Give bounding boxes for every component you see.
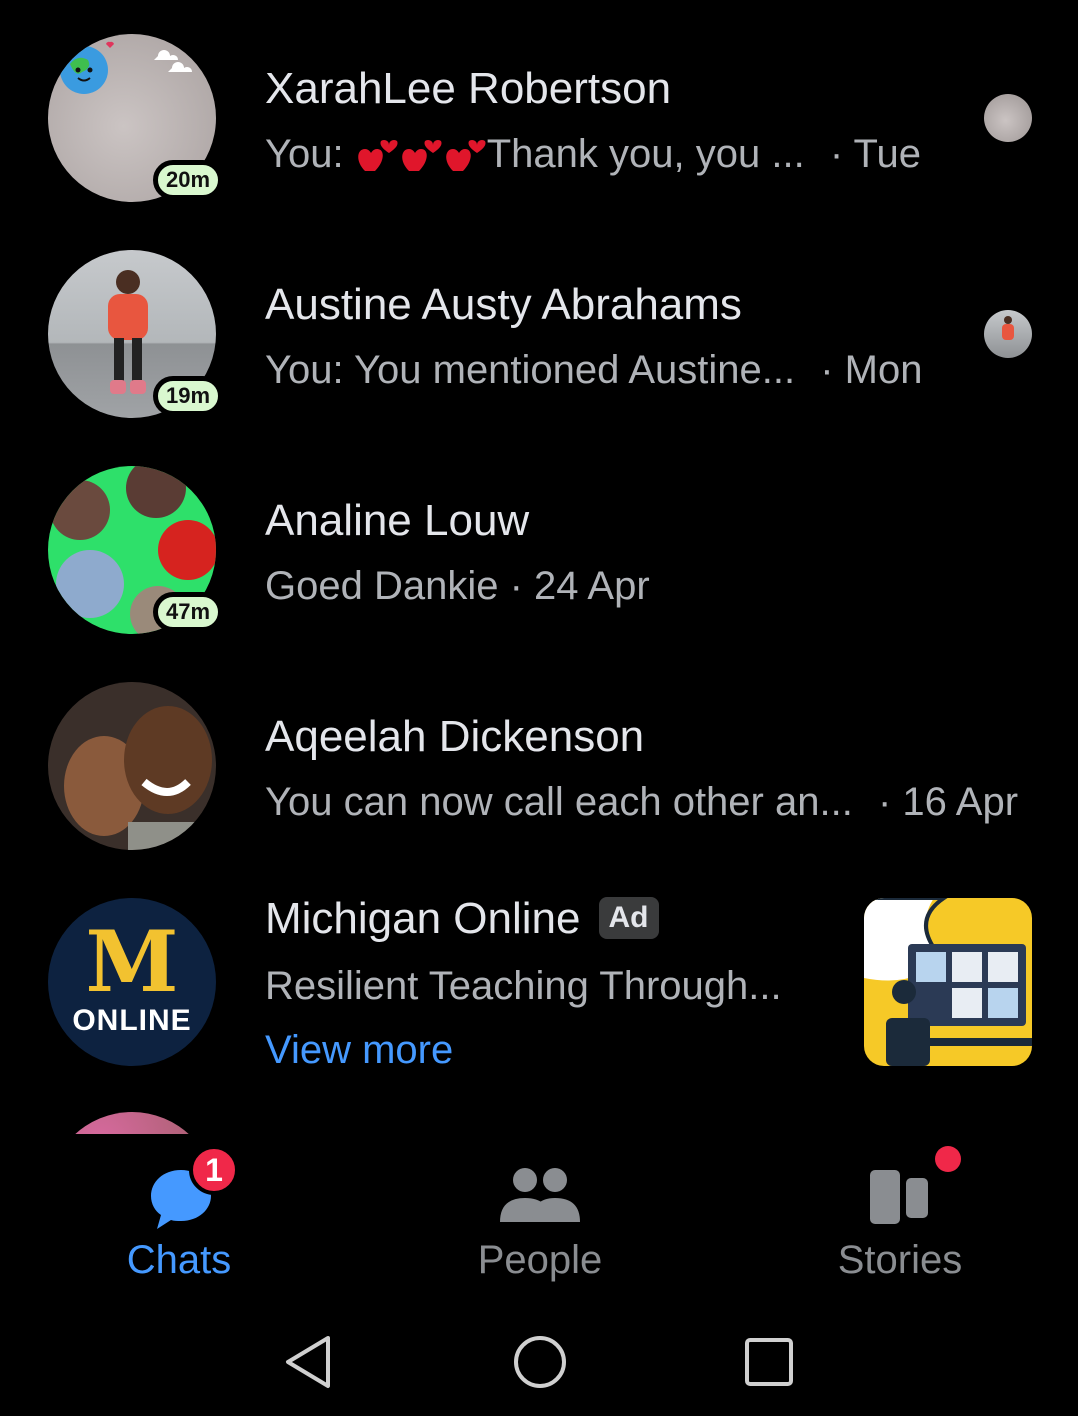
preview-text: You can now call each other an... [265, 780, 853, 824]
tab-label: People [477, 1238, 603, 1282]
tab-chats[interactable]: 1 Chats [59, 1145, 299, 1290]
message-preview: You: You mentioned Austine... · Mon [265, 348, 922, 393]
new-story-dot [935, 1146, 961, 1172]
message-preview: You can now call each other an... · 16 A… [265, 780, 1018, 825]
ad-badge: Ad [598, 897, 659, 939]
active-time-badge: 19m [153, 376, 223, 416]
unread-badge: 1 [189, 1145, 239, 1195]
preview-text: Thank you, you ... [486, 132, 805, 176]
ad-preview: Resilient Teaching Through... [265, 964, 782, 1008]
ad-thumbnail[interactable] [864, 898, 1032, 1066]
chat-row-analine[interactable]: 47m Analine Louw Goed Dankie · 24 Apr [0, 442, 1078, 658]
active-time-badge: 20m [153, 160, 223, 200]
preview-prefix: You: [265, 132, 344, 176]
heart-emoji-icon [357, 140, 398, 171]
seen-avatar [984, 310, 1032, 358]
message-preview: Goed Dankie · 24 Apr [265, 564, 650, 608]
michigan-online-logo: M ONLINE [48, 898, 216, 1066]
chat-row-austine[interactable]: 19m Austine Austy Abrahams You: You ment… [0, 226, 1078, 442]
next-chat-avatar-partial [48, 1112, 216, 1134]
people-icon [500, 1168, 580, 1222]
back-icon[interactable] [280, 1330, 344, 1394]
home-icon[interactable] [508, 1330, 572, 1394]
contact-name: Aqeelah Dickenson [265, 712, 645, 761]
preview-date: · 16 Apr [877, 780, 1019, 824]
preview-date: · Mon [820, 348, 923, 392]
tab-label: Stories [837, 1238, 963, 1282]
preview-date: · Tue [829, 132, 921, 176]
video-call-illustration-icon [864, 898, 1032, 1066]
advertiser-name: Michigan Online Ad [265, 894, 659, 944]
chat-row-xarahlee[interactable]: 20m XarahLee Robertson You: Thank you, y… [0, 10, 1078, 226]
tab-people[interactable]: People [420, 1150, 660, 1290]
logo-text: ONLINE [72, 1004, 192, 1037]
kids-photo-icon [64, 706, 216, 850]
view-more-link[interactable]: View more [265, 1028, 453, 1073]
stories-icon [870, 1170, 928, 1224]
recents-icon[interactable] [737, 1330, 801, 1394]
chat-row-aqeelah[interactable]: Aqeelah Dickenson You can now call each … [0, 658, 1078, 874]
preview-text: You: You mentioned Austine... [265, 348, 796, 392]
heart-emoji-icon [445, 140, 486, 171]
contact-name: Analine Louw [265, 496, 530, 545]
heart-emoji-icon [401, 140, 442, 171]
logo-letter: M [85, 912, 179, 1011]
contact-name: XarahLee Robertson [265, 64, 672, 113]
avatar [48, 682, 216, 850]
tab-stories[interactable]: Stories [780, 1146, 1020, 1290]
seen-avatar [984, 94, 1032, 142]
contact-name: Austine Austy Abrahams [265, 280, 742, 329]
active-time-badge: 47m [153, 592, 223, 632]
tab-label: Chats [126, 1238, 232, 1282]
message-preview: You: Thank you, you ... · Tue [265, 132, 921, 177]
